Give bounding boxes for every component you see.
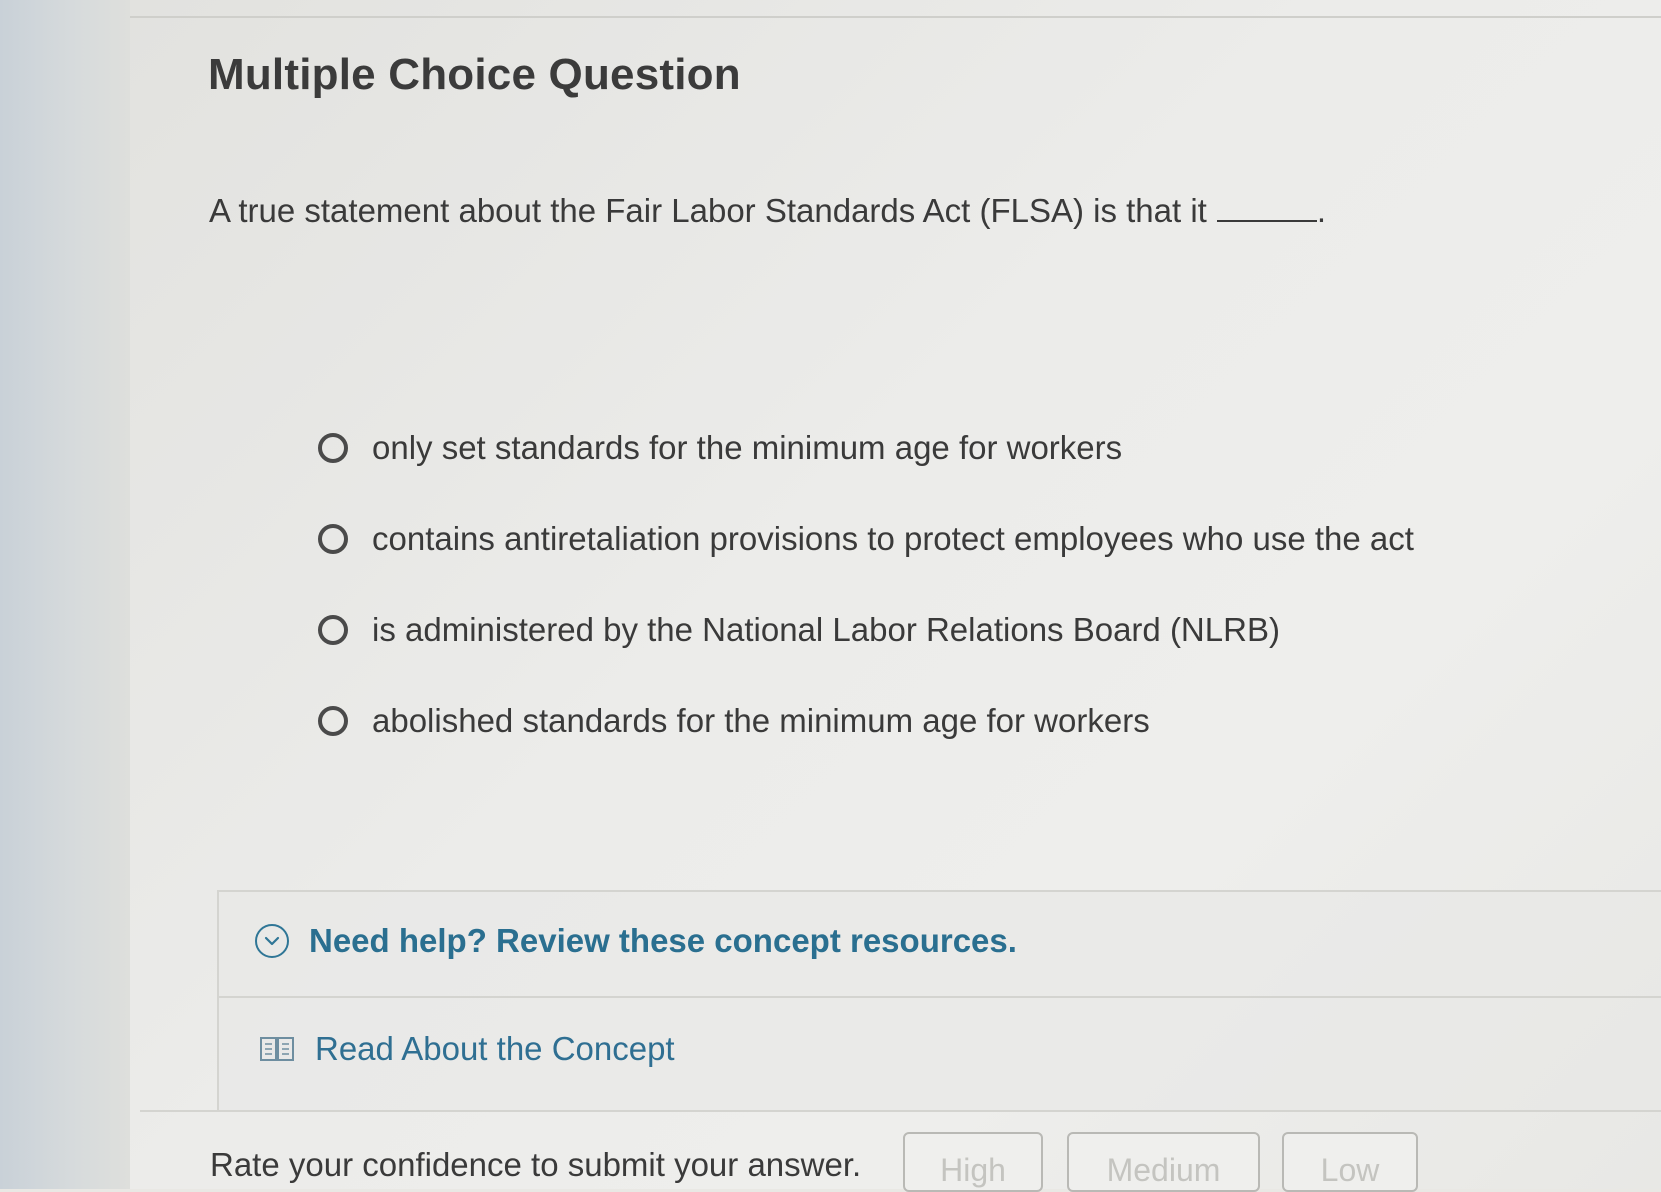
answer-options: only set standards for the minimum age f… [318,402,1568,766]
radio-button[interactable] [318,614,348,645]
answer-blank [1216,194,1317,222]
book-icon [259,1035,295,1063]
confidence-high-button[interactable]: High [903,1132,1043,1192]
radio-button[interactable] [318,432,348,463]
option-label: abolished standards for the minimum age … [372,701,1150,739]
bottom-divider [140,1110,1661,1112]
radio-button[interactable] [318,705,348,736]
concept-resources-toggle[interactable]: Need help? Review these concept resource… [255,922,1017,960]
prompt-end: . [1316,192,1327,229]
option-label: contains antiretaliation provisions to p… [372,519,1414,557]
option-label: is administered by the National Labor Re… [372,610,1280,648]
help-divider [219,996,1661,998]
left-sidebar-strip [0,0,130,1189]
radio-button[interactable] [318,523,348,554]
answer-option-3[interactable]: is administered by the National Labor Re… [318,584,1568,675]
confidence-prompt: Rate your confidence to submit your answ… [210,1146,862,1183]
confidence-low-button[interactable]: Low [1282,1132,1418,1192]
read-about-concept-label: Read About the Concept [315,1030,675,1067]
answer-option-1[interactable]: only set standards for the minimum age f… [318,402,1568,493]
concept-resources-label: Need help? Review these concept resource… [309,922,1017,959]
answer-option-2[interactable]: contains antiretaliation provisions to p… [318,493,1568,584]
confidence-medium-button[interactable]: Medium [1067,1132,1260,1192]
question-prompt: A true statement about the Fair Labor St… [209,192,1326,230]
chevron-down-icon [255,924,289,958]
concept-resources-panel: Need help? Review these concept resource… [217,890,1661,1110]
read-about-concept-link[interactable]: Read About the Concept [259,1030,675,1068]
option-label: only set standards for the minimum age f… [372,428,1123,466]
question-type-heading: Multiple Choice Question [208,50,741,99]
top-divider [130,16,1661,18]
prompt-text: A true statement about the Fair Labor St… [209,192,1207,229]
answer-option-4[interactable]: abolished standards for the minimum age … [318,675,1568,766]
